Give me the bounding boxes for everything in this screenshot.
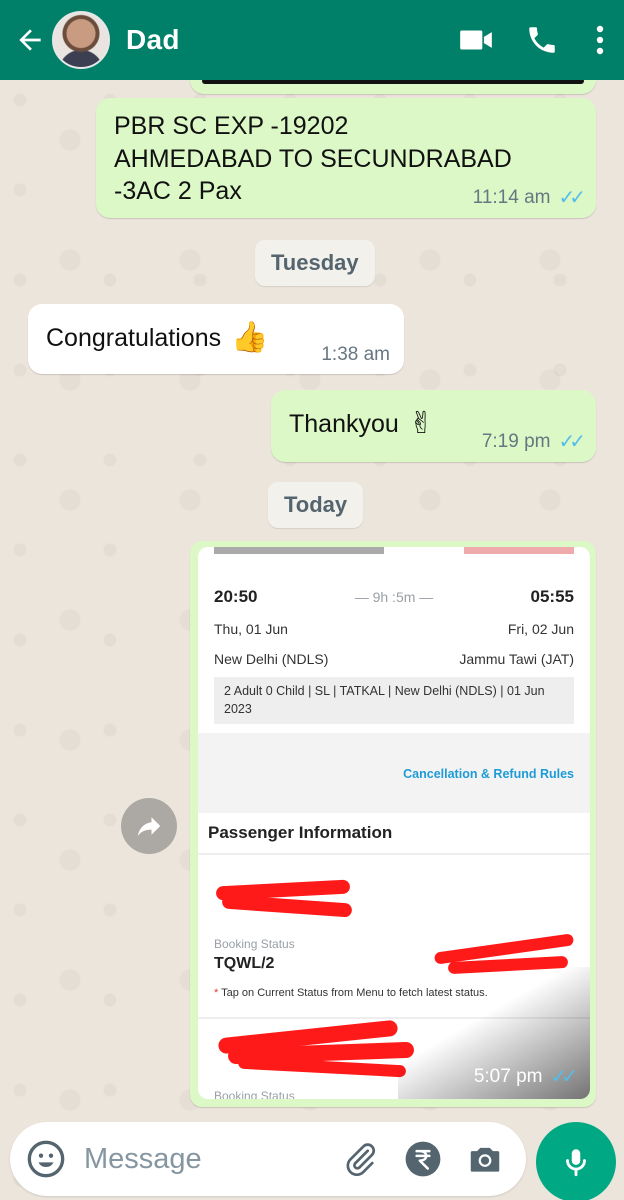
message-meta: 1:38 am <box>321 344 390 366</box>
forward-arrow-icon <box>137 817 161 836</box>
ticket-screenshot-image[interactable]: — 9h :5m — 20:50 05:55 Thu, 01 Jun Fri, … <box>198 547 590 1099</box>
message-bubble-incoming[interactable]: Congratulations 👍 1:38 am <box>28 304 404 374</box>
message-text: Congratulations <box>46 324 222 352</box>
microphone-icon <box>566 1149 586 1177</box>
video-call-button[interactable] <box>450 14 502 66</box>
date-divider: Today <box>268 482 364 528</box>
phone-icon <box>529 27 555 53</box>
booking-status-label: Booking Status <box>214 1089 295 1099</box>
camera-button[interactable] <box>464 1138 506 1180</box>
redaction-mark <box>221 894 353 918</box>
departure-date: Thu, 01 Jun <box>214 621 288 637</box>
rupee-icon <box>405 1141 441 1177</box>
voice-message-button[interactable] <box>536 1122 616 1200</box>
camera-icon <box>470 1147 500 1172</box>
thumbs-up-icon: 👍 <box>231 321 269 355</box>
message-text-line: -3AC 2 Pax <box>114 177 242 205</box>
message-composer: Message <box>10 1122 526 1196</box>
double-check-icon: ✓✓ <box>550 1066 577 1088</box>
to-station: Jammu Tawi (JAT) <box>459 651 574 667</box>
date-divider: Tuesday <box>255 240 375 286</box>
chat-header: Dad <box>0 0 624 80</box>
message-time: 5:07 pm <box>473 1065 543 1087</box>
arrival-date: Fri, 02 Jun <box>507 621 574 637</box>
message-input[interactable]: Message <box>84 1143 340 1176</box>
message-meta: 5:07 pm ✓✓ <box>473 1064 578 1089</box>
message-meta: 7:19 pm ✓✓ <box>481 429 586 454</box>
booking-status-label: Booking Status <box>214 937 295 951</box>
contact-name[interactable]: Dad <box>126 24 450 56</box>
cut-off-pnr-text <box>464 547 574 554</box>
payment-button[interactable] <box>402 1138 444 1180</box>
paperclip-icon <box>346 1143 375 1177</box>
booking-details-line: 2023 <box>224 701 252 716</box>
message-time: 1:38 am <box>321 344 390 365</box>
double-check-icon: ✓✓ <box>558 187 585 209</box>
booking-status-value: TQWL/2 <box>214 955 275 972</box>
cancellation-rules-link: Cancellation & Refund Rules <box>403 767 574 781</box>
forward-button[interactable] <box>121 798 177 854</box>
message-time: 7:19 pm <box>481 430 551 452</box>
cut-off-header-text <box>214 547 384 554</box>
message-time: 11:14 am <box>472 186 551 208</box>
more-vertical-icon <box>596 25 604 55</box>
passenger-info-title: Passenger Information <box>208 823 393 842</box>
voice-call-button[interactable] <box>516 14 568 66</box>
contact-avatar[interactable] <box>52 11 110 69</box>
message-bubble-outgoing[interactable]: Thankyou ✌ 7:19 pm ✓✓ <box>271 390 596 462</box>
message-meta: 11:14 am ✓✓ <box>472 185 586 210</box>
victory-hand-icon: ✌ <box>408 407 434 441</box>
message-bubble-outgoing[interactable]: PBR SC EXP -19202 AHMEDABAD TO SECUNDRAB… <box>96 98 596 218</box>
back-arrow-icon <box>19 29 41 51</box>
message-text: Thankyou <box>289 410 399 438</box>
from-station: New Delhi (NDLS) <box>214 651 329 667</box>
departure-time: 20:50 <box>214 587 258 606</box>
attach-button[interactable] <box>340 1138 382 1180</box>
message-text-line: PBR SC EXP -19202 <box>114 112 349 140</box>
note-asterisk: * <box>214 987 219 999</box>
menu-button[interactable] <box>582 14 618 66</box>
booking-details-line: 2 Adult 0 Child | SL | TATKAL | New Delh… <box>224 684 545 698</box>
divider <box>198 853 590 855</box>
message-text-line: AHMEDABAD TO SECUNDRABAD <box>114 144 512 173</box>
booking-details-box: 2 Adult 0 Child | SL | TATKAL | New Delh… <box>214 677 574 724</box>
back-button[interactable] <box>8 18 52 62</box>
emoji-icon[interactable] <box>26 1139 66 1179</box>
video-camera-icon <box>460 30 492 50</box>
double-check-icon: ✓✓ <box>558 431 585 453</box>
arrival-time: 05:55 <box>530 587 574 606</box>
